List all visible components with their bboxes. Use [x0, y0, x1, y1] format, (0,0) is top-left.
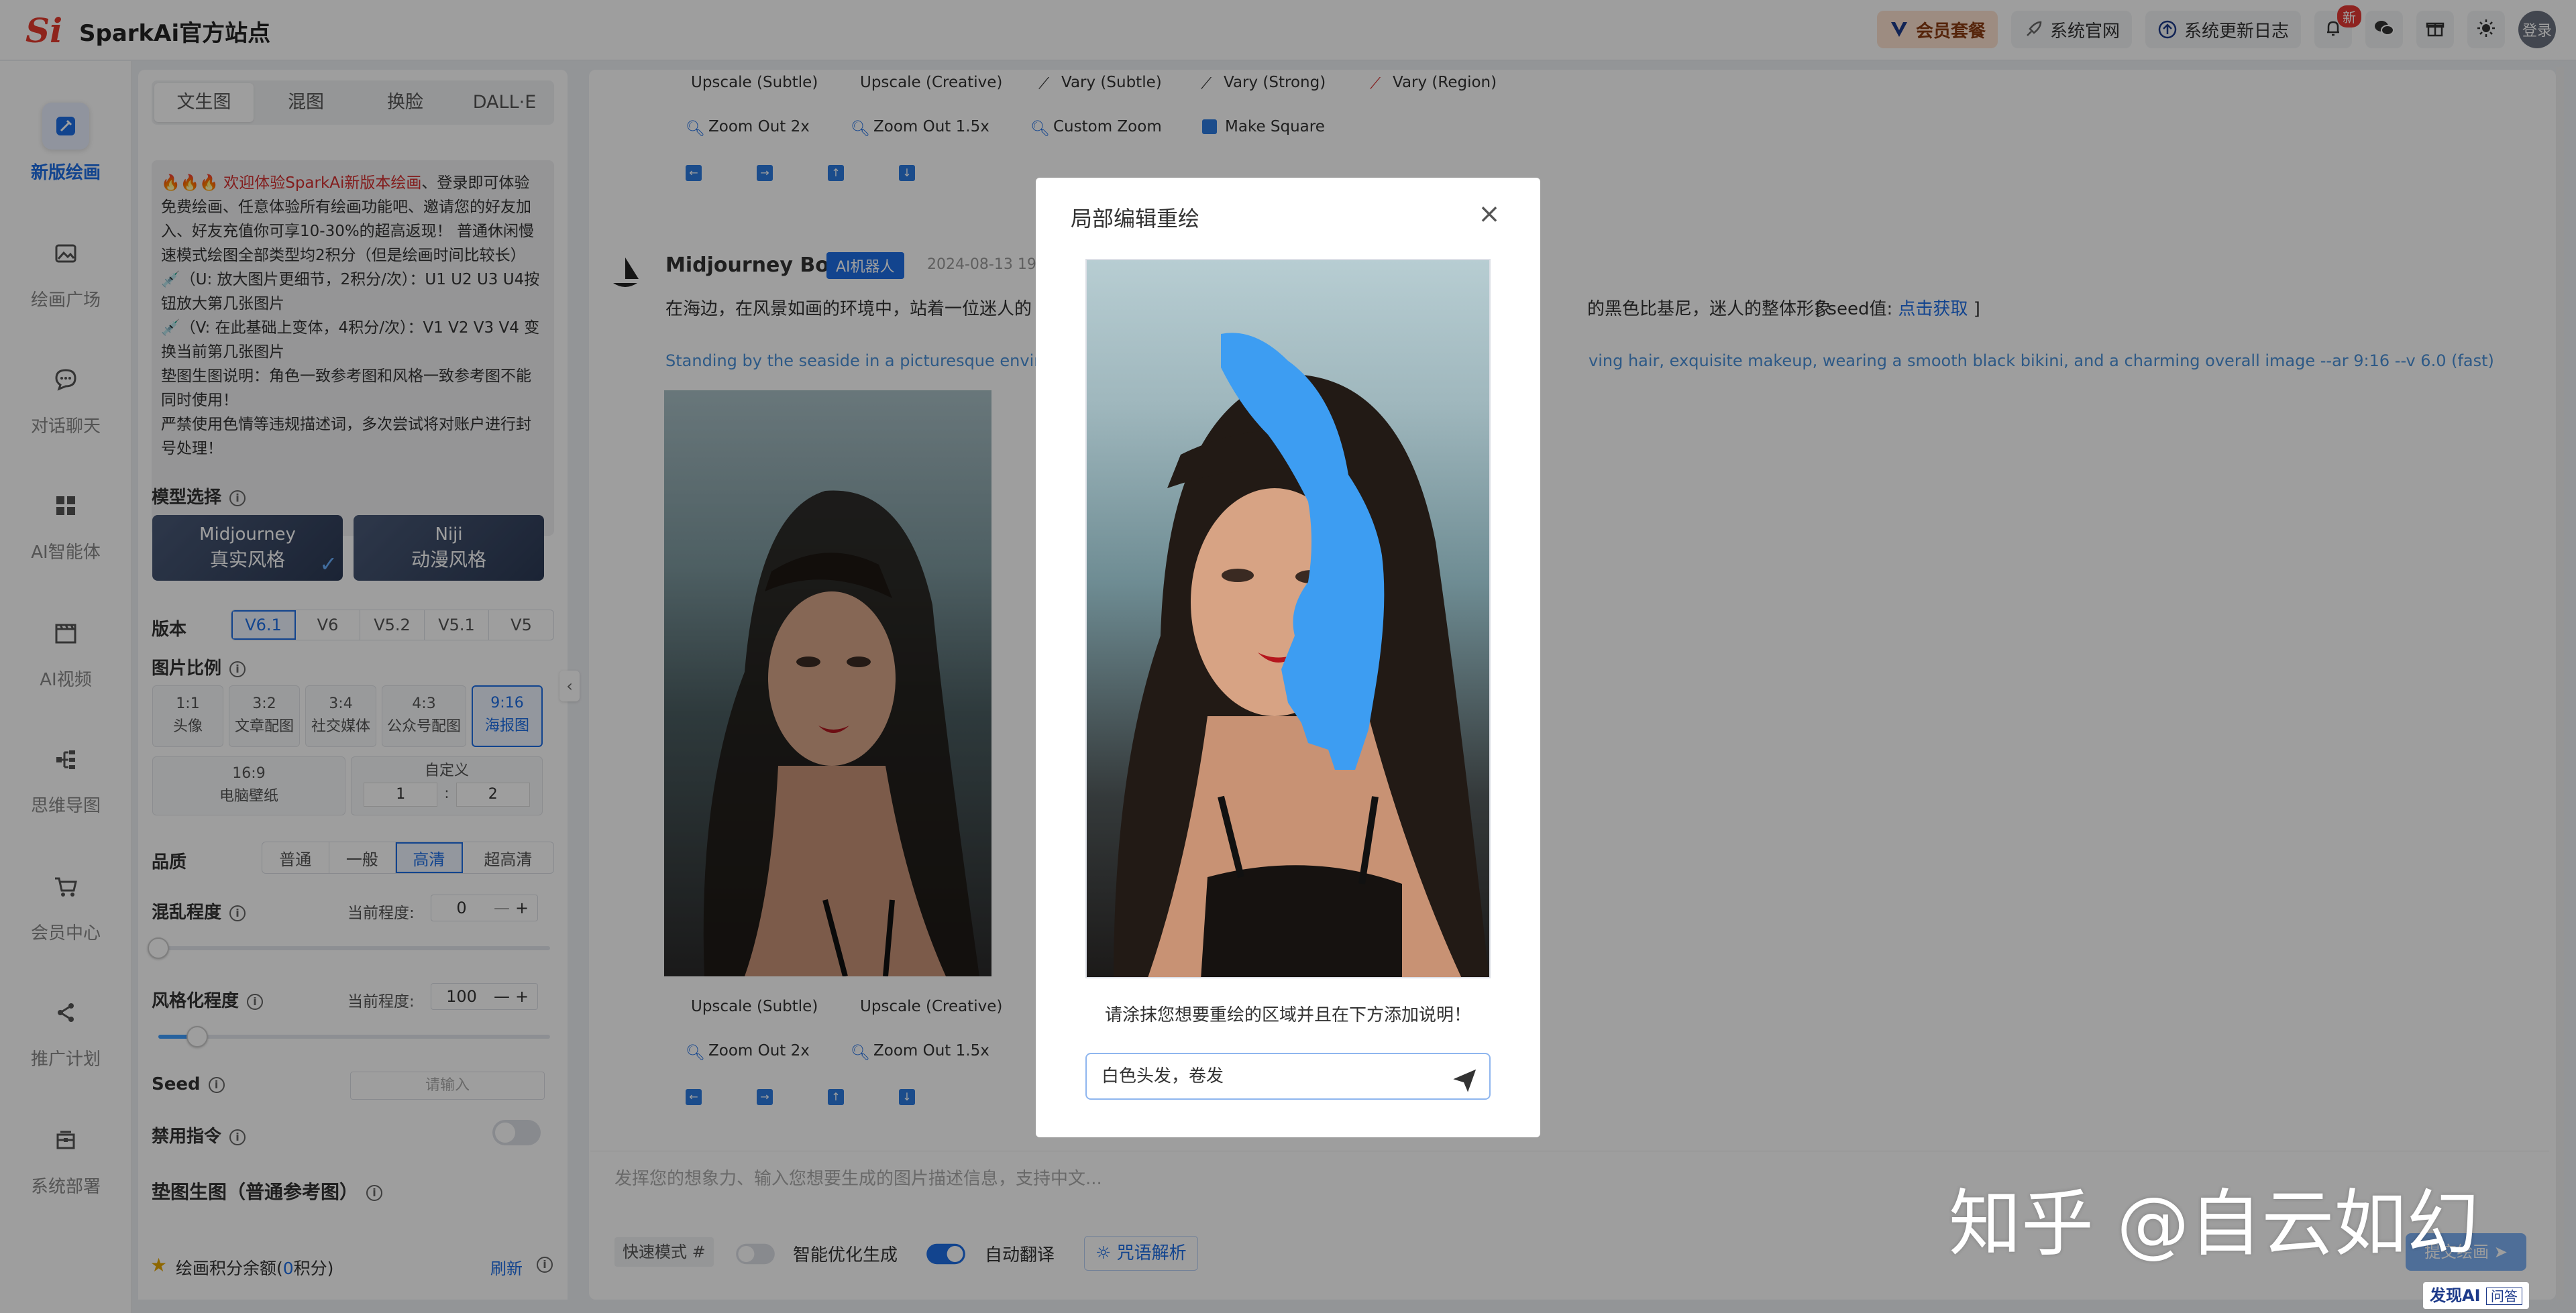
- corner-badge-text: 发现AI: [2430, 1286, 2481, 1305]
- corner-badge: 发现AI 问答: [2423, 1282, 2529, 1309]
- inpaint-canvas[interactable]: [1085, 259, 1491, 978]
- inpaint-portrait: [1114, 333, 1489, 977]
- inpaint-prompt-value: 白色头发，卷发: [1102, 1066, 1224, 1086]
- inpaint-modal: 局部编辑重绘 × 请涂抹您想要重绘的区域并且在下方添加说明！ 白色头发，卷发: [1036, 178, 1540, 1137]
- modal-title: 局部编辑重绘: [1071, 206, 1200, 231]
- send-icon[interactable]: [1453, 1065, 1477, 1092]
- inpaint-hint: 请涂抹您想要重绘的区域并且在下方添加说明！: [1104, 1005, 1471, 1025]
- corner-badge-qa: 问答: [2485, 1288, 2522, 1305]
- inpaint-prompt-input[interactable]: 白色头发，卷发: [1085, 1053, 1491, 1100]
- watermark-text: 知乎 @自云如幻: [1949, 1182, 2479, 1266]
- close-icon[interactable]: ×: [1477, 201, 1501, 227]
